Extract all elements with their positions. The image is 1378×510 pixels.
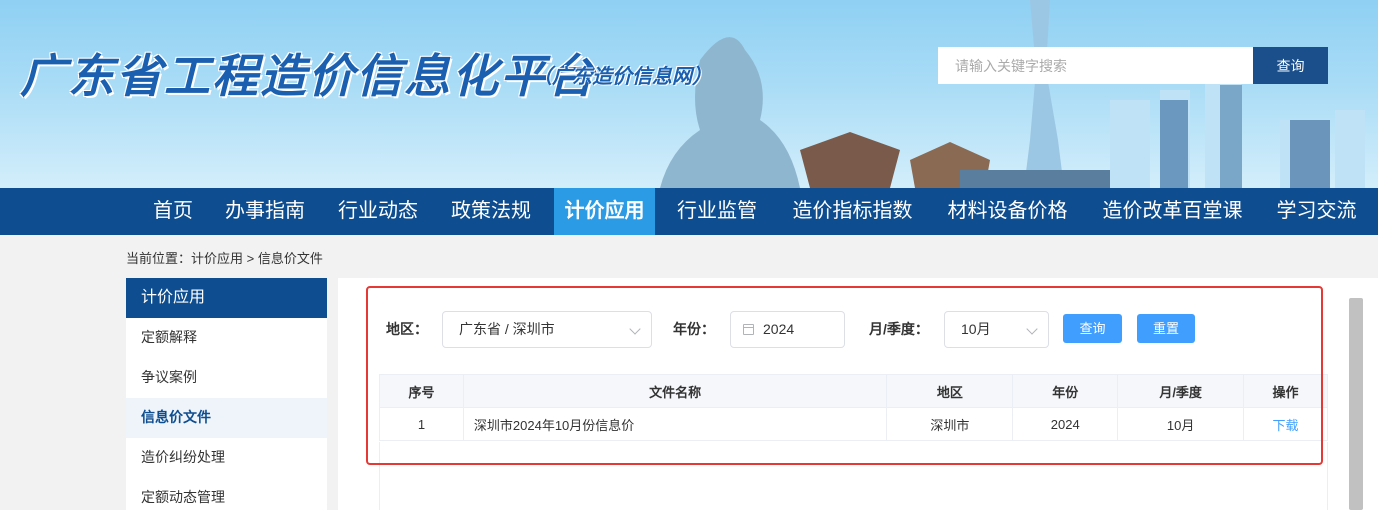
nav-item-indicators[interactable]: 造价指标指数 <box>780 188 925 235</box>
nav-item-policy[interactable]: 政策法规 <box>440 188 542 235</box>
sidebar-item-price-files[interactable]: 信息价文件 <box>126 398 327 438</box>
search-input[interactable] <box>938 47 1253 84</box>
search-button[interactable]: 查询 <box>1253 47 1328 84</box>
sidebar-item-quota-management[interactable]: 定额动态管理 <box>126 478 327 510</box>
breadcrumb: 当前位置：计价应用 > 信息价文件 <box>126 251 323 266</box>
nav-item-guide[interactable]: 办事指南 <box>214 188 316 235</box>
nav-item-pricing[interactable]: 计价应用 <box>554 188 655 235</box>
header-banner: 广东省工程造价信息化平台 （广东造价信息网） 查询 <box>0 0 1378 188</box>
nav-item-home[interactable]: 首页 <box>140 188 206 235</box>
nav-item-lectures[interactable]: 造价改革百堂课 <box>1090 188 1255 235</box>
nav-item-exchange[interactable]: 学习交流 <box>1264 188 1369 235</box>
nav-item-materials[interactable]: 材料设备价格 <box>935 188 1080 235</box>
nav-item-supervision[interactable]: 行业监管 <box>665 188 769 235</box>
site-subtitle: （广东造价信息网） <box>532 64 712 88</box>
sidebar: 计价应用 定额解释 争议案例 信息价文件 造价纠纷处理 定额动态管理 <box>126 278 327 510</box>
main-nav: 首页 办事指南 行业动态 政策法规 计价应用 行业监管 造价指标指数 材料设备价… <box>0 188 1378 235</box>
scrollbar[interactable] <box>1349 298 1363 510</box>
sidebar-item-dispute-cases[interactable]: 争议案例 <box>126 358 327 398</box>
sidebar-title: 计价应用 <box>126 278 327 318</box>
sidebar-item-dispute-handling[interactable]: 造价纠纷处理 <box>126 438 327 478</box>
site-title: 广东省工程造价信息化平台 <box>20 49 596 103</box>
highlight-annotation-box <box>366 286 1323 465</box>
sidebar-item-quota-explanation[interactable]: 定额解释 <box>126 318 327 358</box>
nav-item-news[interactable]: 行业动态 <box>327 188 429 235</box>
